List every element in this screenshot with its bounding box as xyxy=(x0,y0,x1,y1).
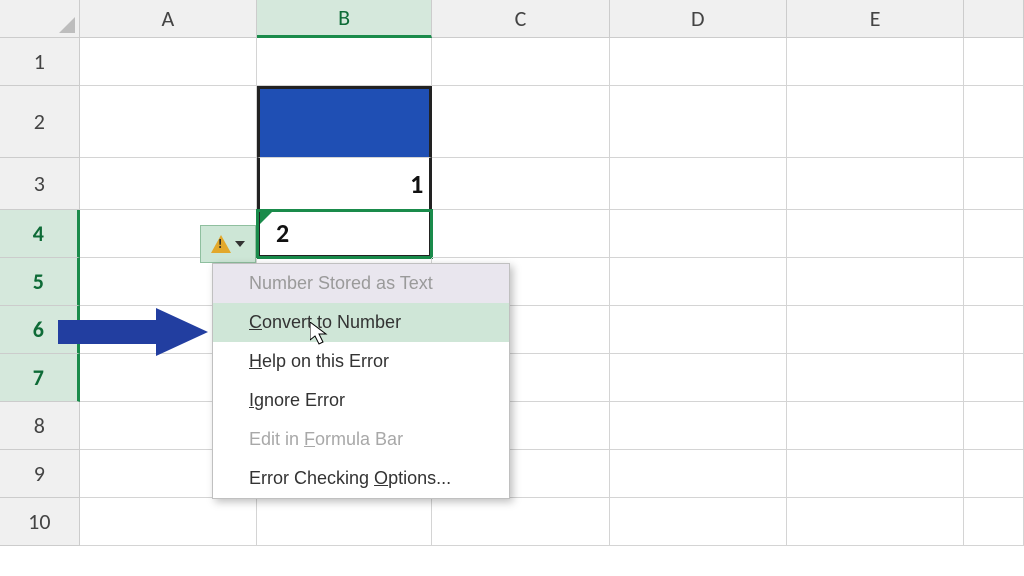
cell-E7[interactable] xyxy=(787,354,964,402)
menu-text: ormula Bar xyxy=(315,429,403,449)
cell-D3[interactable] xyxy=(610,158,787,210)
menu-item-edit-in-formula-bar: Edit in Formula Bar xyxy=(213,420,509,459)
menu-text: ptions... xyxy=(388,468,451,488)
row-header-9[interactable]: 9 xyxy=(0,450,80,498)
cell-D1[interactable] xyxy=(610,38,787,86)
row-header-5[interactable]: 5 xyxy=(0,258,80,306)
row-8: 8 xyxy=(0,402,1024,450)
row-header-2[interactable]: 2 xyxy=(0,86,80,158)
menu-title: Number Stored as Text xyxy=(213,264,509,303)
cell-B10[interactable] xyxy=(257,498,432,546)
column-headers: A B C D E xyxy=(0,0,1024,38)
cell-B2[interactable] xyxy=(257,86,432,158)
cell-B4[interactable]: 2 xyxy=(257,210,432,258)
menu-text: onvert to Number xyxy=(262,312,401,332)
menu-accel: H xyxy=(249,351,262,371)
cell-E4[interactable] xyxy=(787,210,964,258)
cell-E5[interactable] xyxy=(787,258,964,306)
row-header-8[interactable]: 8 xyxy=(0,402,80,450)
row-10: 10 xyxy=(0,498,1024,546)
menu-item-help-on-error[interactable]: Help on this Error xyxy=(213,342,509,381)
cell-C2[interactable] xyxy=(432,86,609,158)
cell-F4[interactable] xyxy=(964,210,1024,258)
cell-C4[interactable] xyxy=(432,210,609,258)
cell-F5[interactable] xyxy=(964,258,1024,306)
menu-accel: F xyxy=(304,429,315,449)
error-triangle-icon xyxy=(260,210,274,224)
menu-accel: O xyxy=(374,468,388,488)
select-all-corner[interactable] xyxy=(0,0,80,38)
cell-C10[interactable] xyxy=(432,498,609,546)
cell-E6[interactable] xyxy=(787,306,964,354)
cell-E10[interactable] xyxy=(787,498,964,546)
menu-text: Error Checking xyxy=(249,468,374,488)
row-header-10[interactable]: 10 xyxy=(0,498,80,546)
cell-A3[interactable] xyxy=(80,158,257,210)
cell-D10[interactable] xyxy=(610,498,787,546)
row-2: 2 xyxy=(0,86,1024,158)
chevron-down-icon xyxy=(235,241,245,247)
col-header-D[interactable]: D xyxy=(610,0,787,38)
cell-D9[interactable] xyxy=(610,450,787,498)
col-header-overflow[interactable] xyxy=(964,0,1024,38)
cell-D5[interactable] xyxy=(610,258,787,306)
cell-A1[interactable] xyxy=(80,38,257,86)
cell-D4[interactable] xyxy=(610,210,787,258)
cell-E9[interactable] xyxy=(787,450,964,498)
col-header-E[interactable]: E xyxy=(787,0,964,38)
error-smarttag-button[interactable] xyxy=(200,225,256,263)
row-3: 3 1 xyxy=(0,158,1024,210)
cell-D6[interactable] xyxy=(610,306,787,354)
cell-E3[interactable] xyxy=(787,158,964,210)
cell-D8[interactable] xyxy=(610,402,787,450)
cell-F1[interactable] xyxy=(964,38,1024,86)
cell-F7[interactable] xyxy=(964,354,1024,402)
menu-item-ignore-error[interactable]: Ignore Error xyxy=(213,381,509,420)
cell-D7[interactable] xyxy=(610,354,787,402)
row-header-4[interactable]: 4 xyxy=(0,210,80,258)
col-header-B[interactable]: B xyxy=(257,0,432,38)
row-5: 5 xyxy=(0,258,1024,306)
cell-F10[interactable] xyxy=(964,498,1024,546)
cell-C3[interactable] xyxy=(432,158,609,210)
col-header-C[interactable]: C xyxy=(432,0,609,38)
cell-F9[interactable] xyxy=(964,450,1024,498)
cell-F8[interactable] xyxy=(964,402,1024,450)
cell-E8[interactable] xyxy=(787,402,964,450)
row-4: 4 2 xyxy=(0,210,1024,258)
cell-E2[interactable] xyxy=(787,86,964,158)
row-1: 1 xyxy=(0,38,1024,86)
worksheet: A B C D E 1 2 3 1 4 xyxy=(0,0,1024,576)
cell-F6[interactable] xyxy=(964,306,1024,354)
cell-D2[interactable] xyxy=(610,86,787,158)
menu-item-convert-to-number[interactable]: Convert to Number xyxy=(213,303,509,342)
cell-B1[interactable] xyxy=(257,38,432,86)
error-context-menu: Number Stored as Text Convert to Number … xyxy=(212,263,510,499)
cell-B3[interactable]: 1 xyxy=(257,158,432,210)
cell-A10[interactable] xyxy=(80,498,257,546)
menu-text: Edit in xyxy=(249,429,304,449)
row-header-7[interactable]: 7 xyxy=(0,354,80,402)
menu-accel: C xyxy=(249,312,262,332)
cell-F2[interactable] xyxy=(964,86,1024,158)
cell-B4-value: 2 xyxy=(276,217,289,249)
row-7: 7 xyxy=(0,354,1024,402)
col-header-A[interactable]: A xyxy=(80,0,257,38)
cell-C1[interactable] xyxy=(432,38,609,86)
menu-item-error-checking-options[interactable]: Error Checking Options... xyxy=(213,459,509,498)
select-all-icon xyxy=(59,17,75,33)
row-9: 9 xyxy=(0,450,1024,498)
warning-icon xyxy=(211,235,231,253)
cell-E1[interactable] xyxy=(787,38,964,86)
cell-A2[interactable] xyxy=(80,86,257,158)
row-header-1[interactable]: 1 xyxy=(0,38,80,86)
menu-text: gnore Error xyxy=(254,390,345,410)
annotation-arrow-icon xyxy=(58,308,208,356)
menu-text: elp on this Error xyxy=(262,351,389,371)
cell-F3[interactable] xyxy=(964,158,1024,210)
row-header-3[interactable]: 3 xyxy=(0,158,80,210)
